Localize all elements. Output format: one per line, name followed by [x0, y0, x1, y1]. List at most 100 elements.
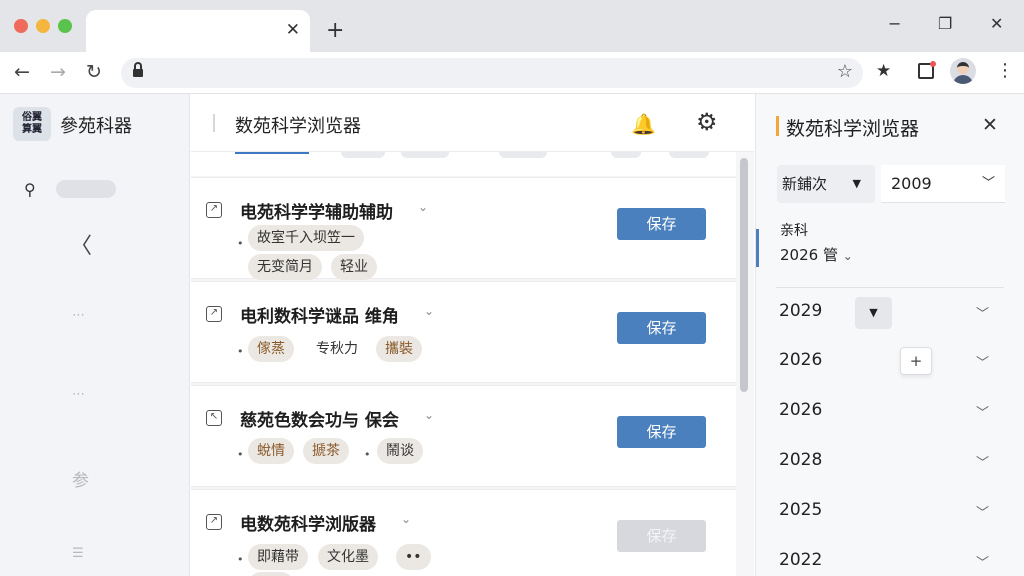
section-sublabel[interactable]: 2026 管 ⌄ [780, 244, 853, 265]
chevron-down-icon[interactable]: ⌄ [401, 512, 411, 526]
window-close-dot[interactable] [14, 19, 28, 33]
new-tab-button[interactable]: + [326, 16, 344, 46]
item-icon: ↗ [206, 514, 222, 530]
dropdown-toggle-button[interactable]: ▼ [855, 297, 892, 329]
avatar-body [953, 75, 973, 84]
window-zoom-dot[interactable] [58, 19, 72, 33]
tag-chip[interactable]: 无变简月 [248, 254, 322, 280]
tag-chip[interactable]: 文化墨 [318, 544, 378, 570]
app-logo: 俗翼 算翼 [13, 107, 51, 141]
filter-chip[interactable] [401, 152, 449, 158]
collapse-chevron-icon[interactable]: 〈 [70, 228, 92, 260]
year-label: 2029 [779, 301, 823, 321]
year-row[interactable]: 2026 ﹀ [756, 388, 1024, 438]
close-window-icon[interactable]: ✕ [990, 14, 1003, 33]
app-name: 參苑科器 [60, 116, 132, 137]
panel-title: 数苑科学浏览器 [786, 118, 920, 140]
tag-chip[interactable]: 傢蒸 [248, 336, 294, 362]
bookmark-star-icon[interactable]: ☆ [837, 61, 853, 82]
extension-icon[interactable] [918, 61, 936, 79]
list-card[interactable]: ↗ 电数苑科学浏版器 ⌄ • 即藉带 文化墨 •• 戆裸 保存 [191, 489, 736, 576]
category-select-value: 新鋪次 [782, 175, 828, 193]
filter-strip [191, 152, 736, 176]
reload-icon[interactable]: ↻ [86, 60, 102, 84]
address-bar[interactable]: ☆ [121, 58, 863, 88]
tag-chip[interactable]: 攜裝 [376, 336, 422, 362]
tag-chip[interactable]: 鬧谈 [377, 438, 423, 464]
tag-chip[interactable]: 故室千入坝笠一 [248, 225, 364, 251]
save-button[interactable]: 保存 [617, 416, 706, 448]
bookmarks-icon[interactable]: ★ [876, 61, 891, 81]
tag-chip[interactable]: 轻业 [331, 254, 377, 280]
list-card[interactable]: ↗ 电利数科学谜品 维角 ⌄ • 傢蒸 专秋力 攜裝 保存 [191, 281, 736, 383]
filter-chip[interactable] [669, 152, 709, 158]
add-button[interactable]: + [900, 347, 932, 375]
tab-close-icon[interactable]: ✕ [286, 19, 300, 41]
filter-chip[interactable] [611, 152, 641, 158]
save-button[interactable]: 保存 [617, 208, 706, 240]
tag-chip[interactable]: 戆裸 [248, 572, 294, 576]
bullet: • [237, 448, 244, 461]
save-button[interactable]: 保存 [617, 312, 706, 344]
page-title: 数苑科学浏览器 [235, 116, 361, 137]
scrollbar-thumb[interactable] [740, 158, 748, 392]
tag-chip[interactable]: 即藉带 [248, 544, 308, 570]
year-row[interactable]: 2026 ﹀ [756, 338, 1024, 388]
sidebar-item-1[interactable]: ⋯ [72, 308, 85, 323]
browser-tab[interactable]: ✕ [86, 10, 310, 52]
back-arrow-icon[interactable]: ← [14, 60, 30, 84]
card-title: 电苑科学学辅助辅助 [240, 203, 393, 223]
year-row[interactable]: 2028 ﹀ [756, 438, 1024, 488]
browser-tabstrip: ✕ + − ❐ ✕ [0, 0, 1024, 52]
lock-icon [133, 62, 143, 78]
sidebar-item-2[interactable]: ⋯ [72, 387, 85, 402]
year-label: 2022 [779, 550, 823, 570]
close-icon[interactable]: ✕ [982, 114, 998, 136]
tag-chip[interactable]: 专秋力 [307, 336, 367, 362]
filter-chip[interactable] [499, 152, 547, 158]
sidebar-item-4[interactable]: ☰ [72, 546, 84, 561]
sidebar: 俗翼 算翼 參苑科器 ⚲ 〈 ⋯ ⋯ 参 ☰ [0, 94, 190, 576]
category-select[interactable]: 新鋪次 ▼ [777, 165, 875, 203]
filter-chip[interactable] [341, 152, 385, 158]
right-panel: 数苑科学浏览器 ✕ 新鋪次 ▼ 2009 ﹀ 亲科 2026 管 ⌄ 2029 … [755, 94, 1024, 576]
window-minimize-dot[interactable] [36, 19, 50, 33]
profile-avatar[interactable] [950, 58, 976, 84]
panel-accent-bar [776, 116, 779, 136]
restore-icon[interactable]: ❐ [938, 14, 952, 33]
tag-chip[interactable]: 蛻情 [248, 438, 294, 464]
chevron-down-icon: ﹀ [976, 456, 990, 471]
user-name-pill[interactable] [56, 180, 116, 198]
chevron-down-icon: ﹀ [976, 307, 990, 322]
list-card[interactable]: ↖ 慈苑色数会功与 保会 ⌄ • 蛻情 搋茶 • 鬧谈 保存 [191, 385, 736, 487]
user-icon[interactable]: ⚲ [24, 180, 36, 199]
bell-icon[interactable]: 🔔 [631, 112, 656, 136]
chevron-down-icon[interactable]: ⌄ [424, 408, 434, 422]
chevron-down-icon: ﹀ [981, 176, 995, 191]
caret-down-icon: ▼ [852, 177, 861, 190]
list-card[interactable]: ↗ 电苑科学学辅助辅助 ⌄ • 故室千入坝笠一 无变简月 轻业 保存 [191, 177, 736, 280]
browser-toolbar: ← → ↻ ☆ ★ [0, 52, 1024, 94]
year-row[interactable]: 2025 ﹀ [756, 488, 1024, 538]
year-label: 2025 [779, 500, 823, 520]
chevron-down-icon: ﹀ [976, 356, 990, 371]
tag-chip[interactable]: 搋茶 [303, 438, 349, 464]
forward-arrow-icon[interactable]: → [50, 60, 66, 84]
menu-kebab-icon[interactable]: ⋮ [996, 60, 1014, 81]
divider [776, 287, 1004, 288]
chevron-down-icon: ﹀ [976, 406, 990, 421]
chevron-down-icon[interactable]: ⌄ [424, 304, 434, 318]
gear-icon[interactable]: ⚙ [696, 108, 718, 136]
card-list: ↗ 电苑科学学辅助辅助 ⌄ • 故室千入坝笠一 无变简月 轻业 保存 ↗ 电利数… [191, 152, 754, 576]
card-title: 电数苑科学浏版器 [240, 515, 376, 535]
chevron-down-icon: ﹀ [976, 506, 990, 521]
year-select[interactable]: 2009 ﹀ [881, 165, 1005, 203]
year-row[interactable]: 2022 ﹀ [756, 538, 1024, 576]
year-label: 2026 [779, 350, 823, 370]
main-header: 数苑科学浏览器 🔔 ⚙ [191, 94, 754, 152]
bullet: • [237, 345, 244, 358]
tag-chip[interactable]: •• [396, 544, 431, 570]
sidebar-item-3[interactable]: 参 [72, 466, 89, 491]
chevron-down-icon[interactable]: ⌄ [418, 200, 428, 214]
minimize-icon[interactable]: − [888, 14, 901, 33]
